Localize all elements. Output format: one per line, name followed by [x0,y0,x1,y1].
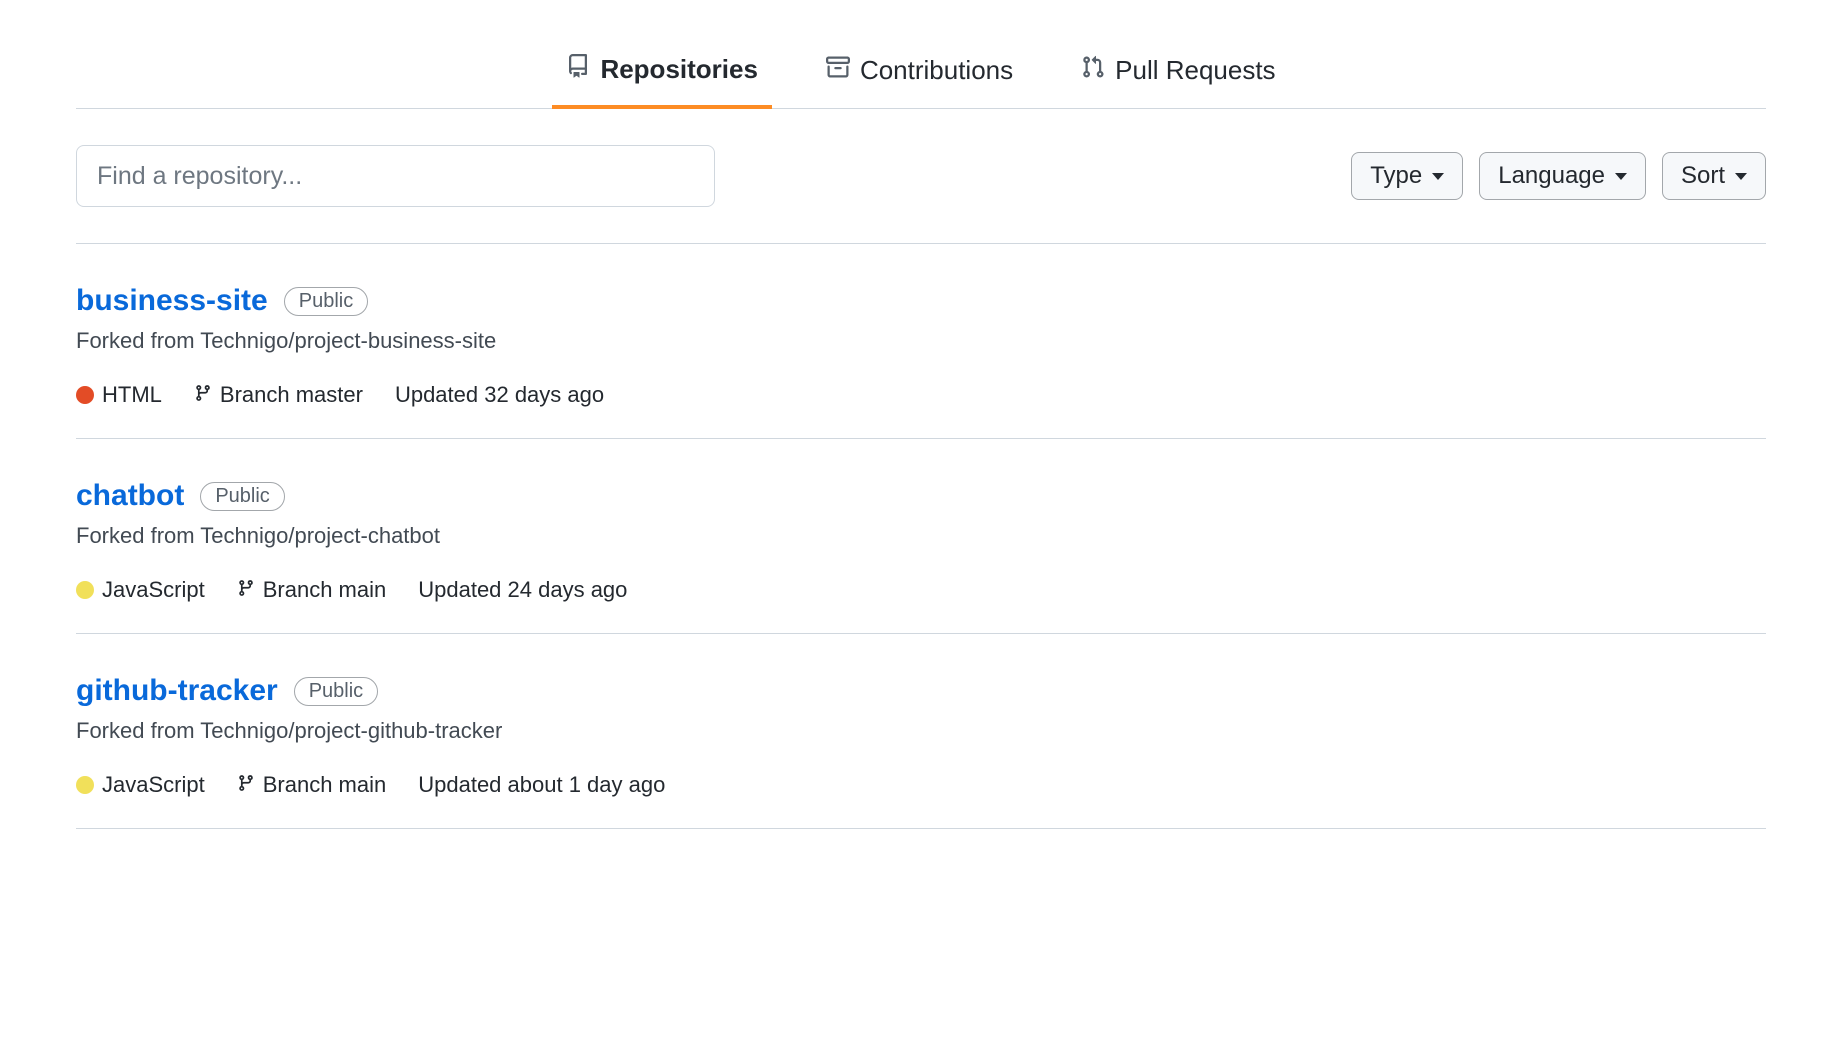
repo-language: HTML [76,382,162,408]
tab-contributions[interactable]: Contributions [812,40,1027,109]
repo-name-link[interactable]: business-site [76,284,268,318]
tab-pull-requests[interactable]: Pull Requests [1067,40,1289,109]
archive-icon [826,55,850,86]
repo-updated: Updated 32 days ago [395,382,604,408]
language-label: HTML [102,382,162,408]
git-branch-icon [237,577,255,603]
pr-icon [1081,55,1105,86]
visibility-badge: Public [294,677,378,706]
tab-label: Contributions [860,55,1013,86]
sort-filter-button[interactable]: Sort [1662,152,1766,200]
branch-label: Branch master [220,382,363,408]
branch-label: Branch main [263,577,387,603]
visibility-badge: Public [284,287,368,316]
tab-label: Pull Requests [1115,55,1275,86]
language-label: JavaScript [102,577,205,603]
repo-fork-text: Forked from Technigo/project-business-si… [76,328,1766,354]
button-label: Language [1498,162,1605,190]
caret-down-icon [1432,173,1444,180]
language-color-dot [76,581,94,599]
repo-language: JavaScript [76,772,205,798]
caret-down-icon [1735,173,1747,180]
repo-icon [566,54,590,85]
visibility-badge: Public [200,482,284,511]
language-color-dot [76,386,94,404]
repo-branch: Branch master [194,382,363,408]
repo-fork-text: Forked from Technigo/project-chatbot [76,523,1766,549]
repo-branch: Branch main [237,577,387,603]
git-branch-icon [194,382,212,408]
repo-list: business-site Public Forked from Technigo/… [76,244,1766,829]
repo-item: business-site Public Forked from Technigo/… [76,244,1766,439]
repo-branch: Branch main [237,772,387,798]
git-branch-icon [237,772,255,798]
tab-repositories[interactable]: Repositories [552,40,772,109]
repo-name-link[interactable]: chatbot [76,479,184,513]
search-input[interactable] [76,145,715,207]
button-label: Type [1370,162,1422,190]
repo-updated: Updated 24 days ago [418,577,627,603]
tab-label: Repositories [600,54,758,85]
repo-name-link[interactable]: github-tracker [76,674,278,708]
repo-item: chatbot Public Forked from Technigo/projec… [76,439,1766,634]
branch-label: Branch main [263,772,387,798]
filter-buttons: Type Language Sort [1351,152,1766,200]
button-label: Sort [1681,162,1725,190]
type-filter-button[interactable]: Type [1351,152,1463,200]
filter-row: Type Language Sort [76,109,1766,244]
repo-fork-text: Forked from Technigo/project-github-trac… [76,718,1766,744]
repo-updated: Updated about 1 day ago [418,772,665,798]
repo-item: github-tracker Public Forked from Technigo… [76,634,1766,829]
language-label: JavaScript [102,772,205,798]
language-filter-button[interactable]: Language [1479,152,1646,200]
language-color-dot [76,776,94,794]
tabnav: Repositories Contributions Pull Requests [76,40,1766,109]
repo-language: JavaScript [76,577,205,603]
caret-down-icon [1615,173,1627,180]
